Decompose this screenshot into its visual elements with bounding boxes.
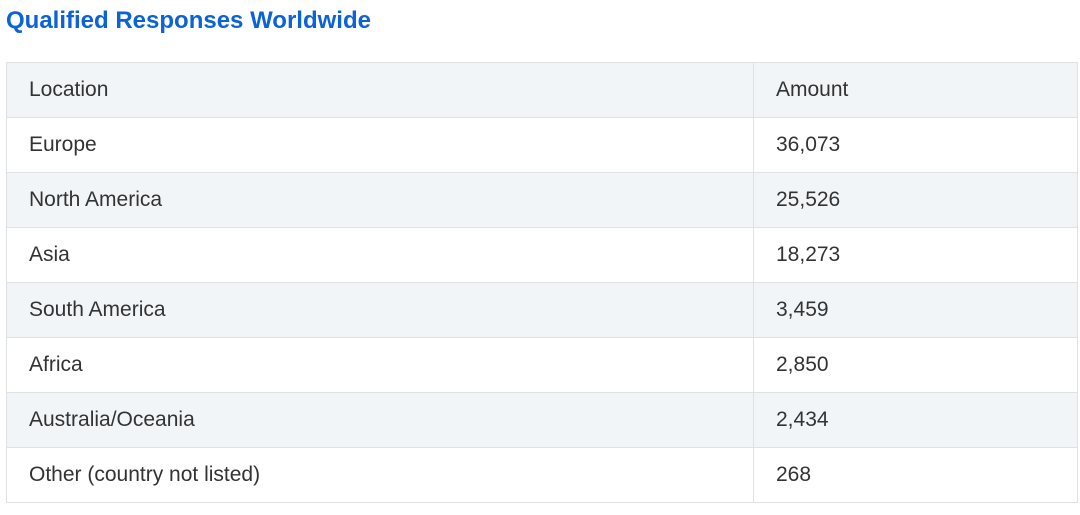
page-title: Qualified Responses Worldwide: [6, 7, 371, 34]
amount-cell: 268: [753, 447, 1078, 503]
column-header-amount: Amount: [753, 62, 1078, 118]
amount-cell: 18,273: [753, 227, 1078, 283]
table-row: Europe 36,073: [6, 117, 1078, 173]
table-header-row: Location Amount: [6, 62, 1078, 118]
amount-cell: 2,850: [753, 337, 1078, 393]
location-cell: North America: [6, 172, 754, 228]
location-cell: Africa: [6, 337, 754, 393]
table-body: Europe 36,073 North America 25,526 Asia …: [6, 117, 1078, 503]
location-cell: Australia/Oceania: [6, 392, 754, 448]
amount-cell: 2,434: [753, 392, 1078, 448]
table-row: Australia/Oceania 2,434: [6, 392, 1078, 448]
location-cell: Asia: [6, 227, 754, 283]
table-row: Africa 2,850: [6, 337, 1078, 393]
table-row: Asia 18,273: [6, 227, 1078, 283]
location-cell: Other (country not listed): [6, 447, 754, 503]
column-header-location: Location: [6, 62, 754, 118]
table-row: North America 25,526: [6, 172, 1078, 228]
table-row: South America 3,459: [6, 282, 1078, 338]
amount-cell: 36,073: [753, 117, 1078, 173]
table-header: Location Amount: [6, 62, 1078, 118]
responses-table: Location Amount Europe 36,073 North Amer…: [6, 62, 1078, 503]
amount-cell: 3,459: [753, 282, 1078, 338]
location-cell: South America: [6, 282, 754, 338]
amount-cell: 25,526: [753, 172, 1078, 228]
location-cell: Europe: [6, 117, 754, 173]
table-row: Other (country not listed) 268: [6, 447, 1078, 503]
